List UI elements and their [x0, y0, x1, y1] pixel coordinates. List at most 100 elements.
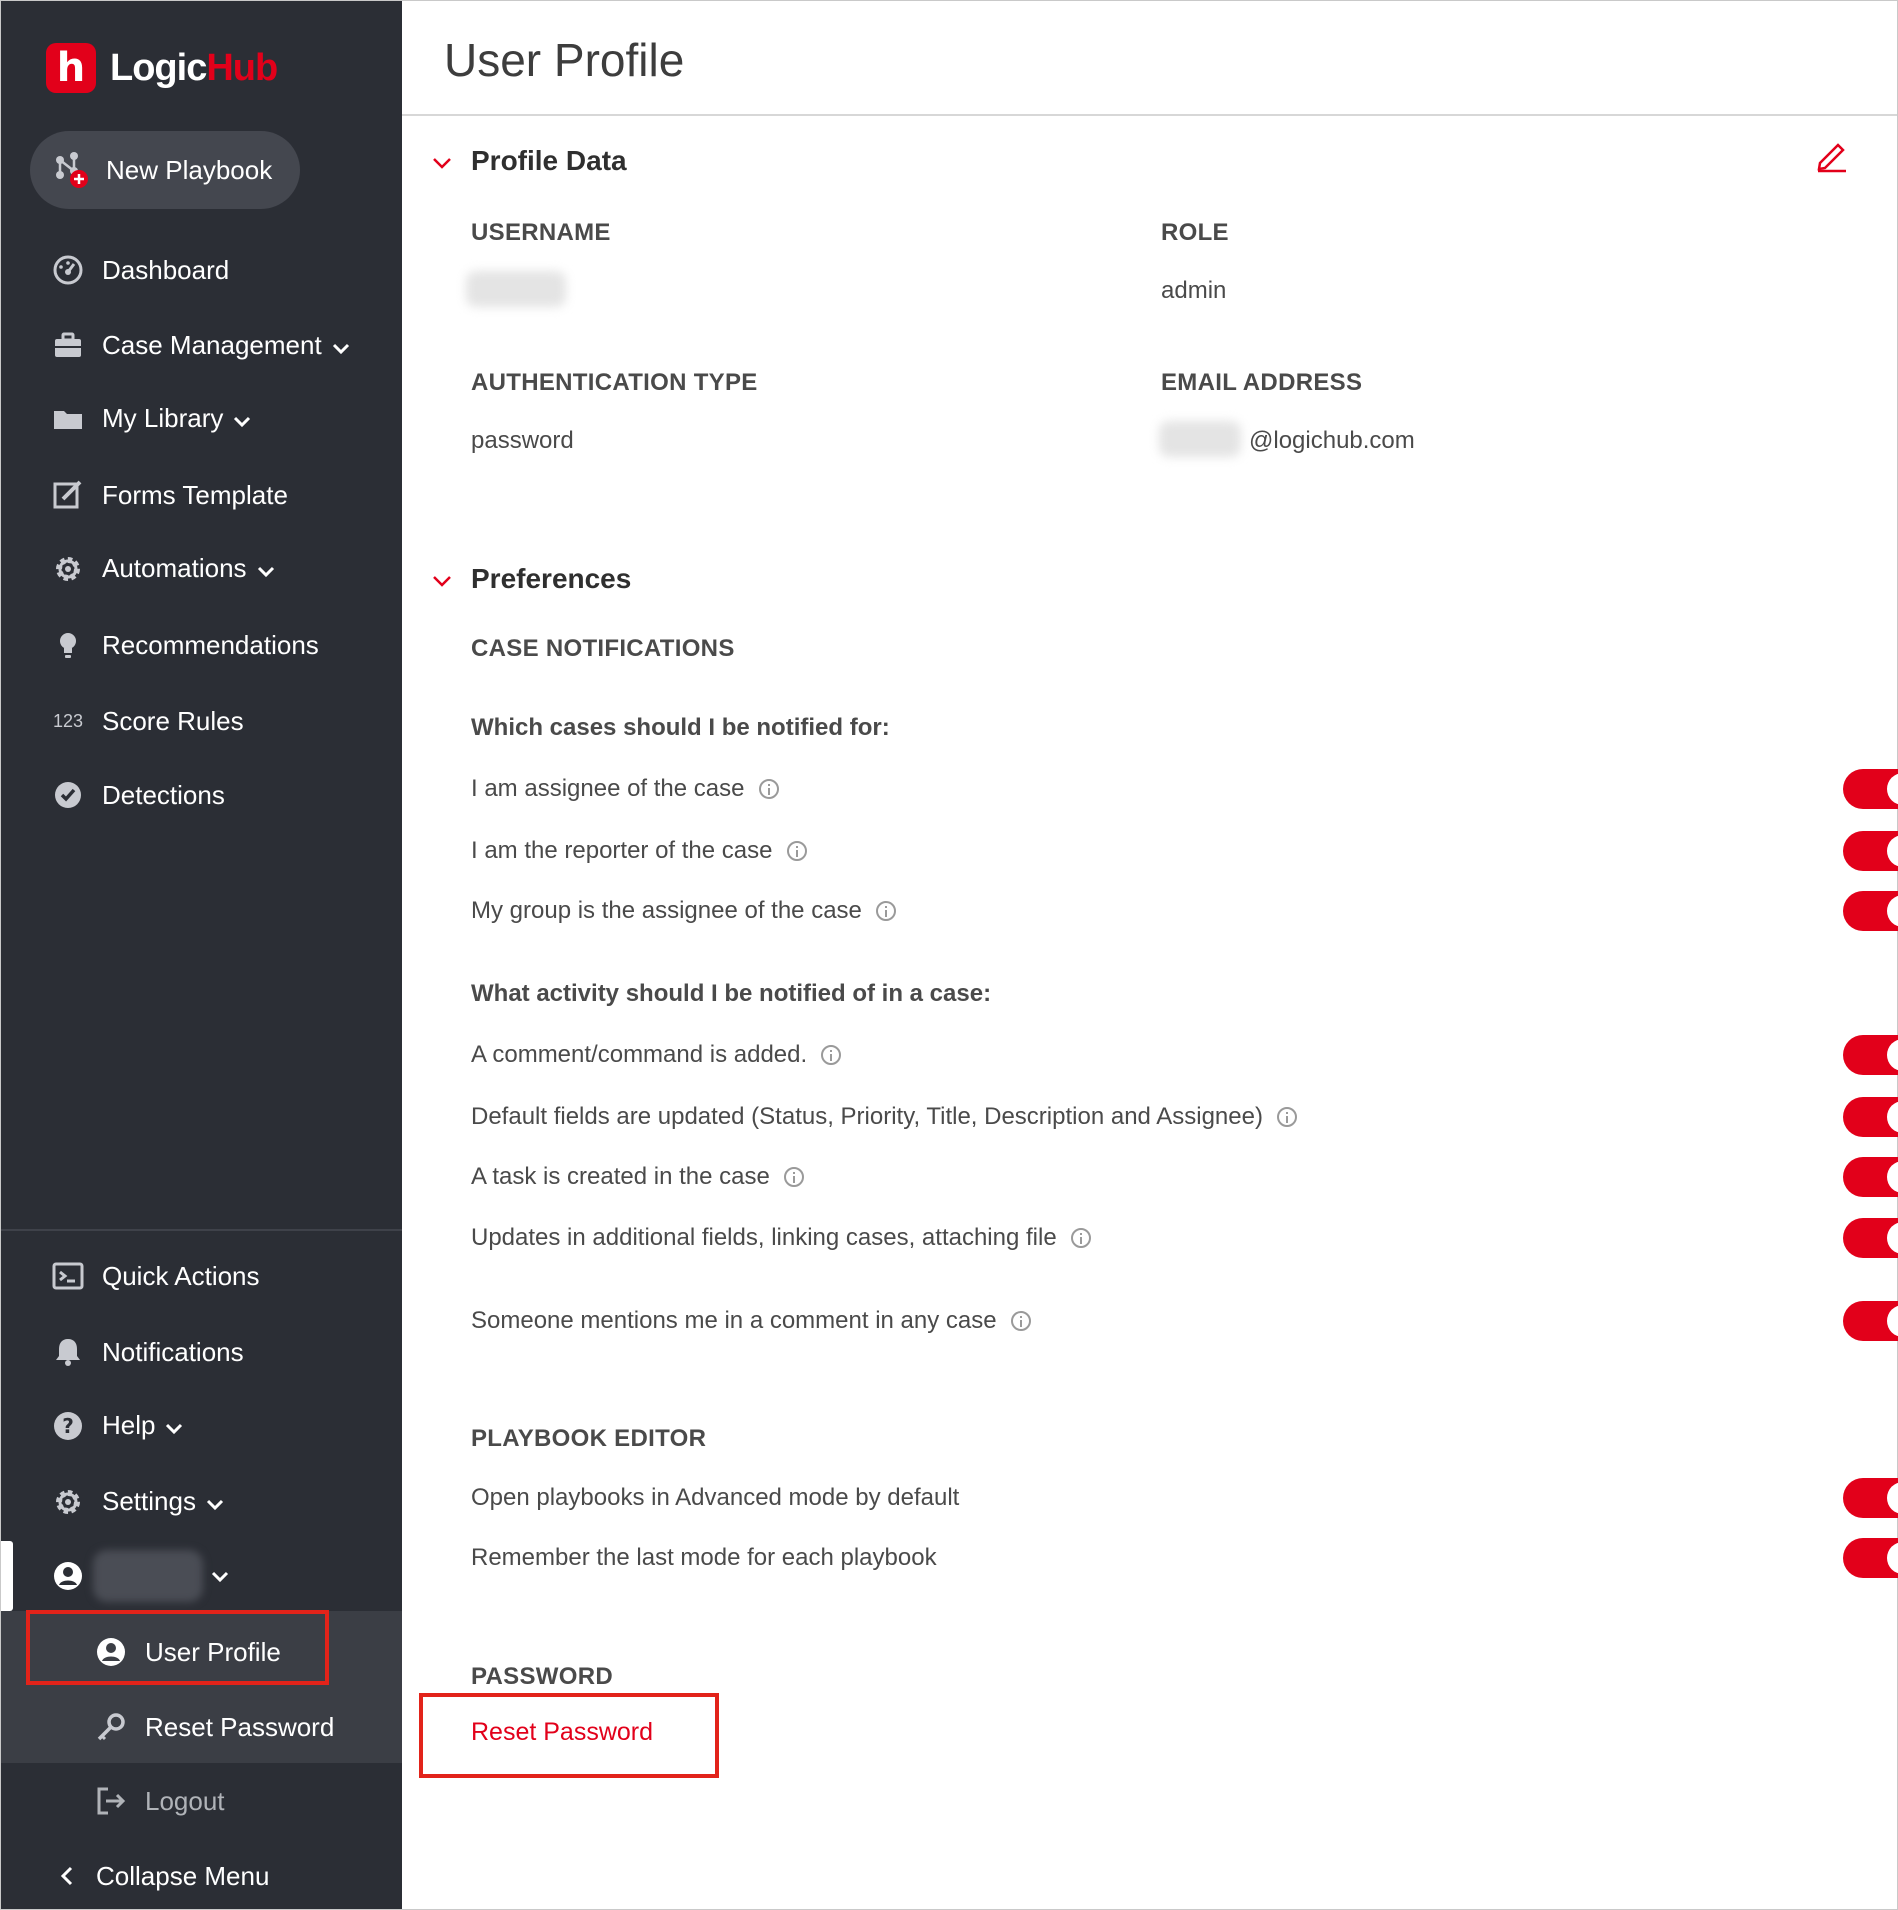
password-label: PASSWORD [471, 1663, 613, 1690]
chevron-down-icon [211, 1570, 229, 1588]
submenu-item-logout[interactable]: Logout [1, 1771, 402, 1831]
toggle-knob [1887, 1101, 1898, 1133]
sidebar-item-detections[interactable]: Detections [1, 765, 402, 825]
submenu-item-label: Logout [145, 1785, 225, 1816]
submenu-item-reset-password[interactable]: Reset Password [1, 1697, 402, 1757]
chevron-down-icon[interactable] [430, 569, 454, 593]
chevron-down-icon [206, 1487, 224, 1518]
sidebar-item-label: My Library [102, 403, 251, 436]
sidebar-item-label: Score Rules [102, 705, 244, 736]
highlight-reset-password [419, 1693, 719, 1778]
pref-row: A comment/command is added. [471, 1033, 1898, 1077]
sidebar-item-recommendations[interactable]: Recommendations [1, 615, 402, 675]
sidebar-item-settings[interactable]: Settings [1, 1472, 402, 1532]
pref-row: A task is created in the case [471, 1155, 1898, 1199]
lightbulb-icon [51, 628, 85, 662]
pref-row: Updates in additional fields, linking ca… [471, 1216, 1898, 1260]
toggle-switch[interactable] [1843, 1478, 1898, 1518]
sidebar-item-user[interactable] [1, 1546, 402, 1606]
edit-pencil-icon[interactable] [1814, 137, 1850, 173]
logo[interactable]: h LogicHub [46, 43, 278, 93]
terminal-icon [51, 1259, 85, 1293]
section-title-profile-data: Profile Data [471, 145, 627, 176]
pref-row: My group is the assignee of the case [471, 889, 1898, 933]
auth-type-value: password [471, 427, 574, 454]
toggle-switch[interactable] [1843, 769, 1898, 809]
sidebar-item-notifications[interactable]: Notifications [1, 1322, 402, 1382]
chevron-down-icon [257, 554, 275, 585]
sidebar-item-score-rules[interactable]: 123 Score Rules [1, 691, 402, 751]
toggle-knob [1887, 1305, 1898, 1337]
email-user-redacted [1159, 421, 1241, 457]
info-icon[interactable] [758, 779, 779, 799]
sidebar-item-label: Forms Template [102, 479, 288, 510]
sidebar-item-label: Notifications [102, 1336, 244, 1367]
toggle-switch[interactable] [1843, 831, 1898, 871]
numbers-icon: 123 [52, 710, 84, 731]
sidebar-item-label: Recommendations [102, 629, 319, 660]
which-cases-label: Which cases should I be notified for: [471, 714, 890, 741]
bell-icon [51, 1335, 85, 1369]
toggle-switch[interactable] [1843, 1538, 1898, 1578]
username-label: USERNAME [471, 219, 611, 246]
toggle-switch[interactable] [1843, 1097, 1898, 1137]
logo-text: LogicHub [110, 46, 278, 89]
briefcase-icon [51, 329, 85, 363]
chevron-left-icon [51, 1859, 85, 1893]
what-activity-label: What activity should I be notified of in… [471, 980, 992, 1007]
check-badge-icon [51, 778, 85, 812]
sidebar-item-label: Case Management [102, 330, 350, 363]
toggle-knob [1887, 1542, 1898, 1574]
toggle-switch[interactable] [1843, 1035, 1898, 1075]
toggle-switch[interactable] [1843, 1218, 1898, 1258]
sidebar-item-my-library[interactable]: My Library [1, 389, 402, 449]
pref-text: I am assignee of the case [471, 775, 779, 803]
info-icon[interactable] [783, 1167, 804, 1187]
key-icon [94, 1710, 128, 1744]
pref-row: Open playbooks in Advanced mode by defau… [471, 1476, 1898, 1520]
sidebar-item-help[interactable]: ? Help [1, 1396, 402, 1456]
folder-icon [51, 402, 85, 436]
highlight-user-profile [26, 1610, 329, 1685]
sidebar-item-automations[interactable]: Automations [1, 539, 402, 599]
toggle-switch[interactable] [1843, 1157, 1898, 1197]
info-icon[interactable] [786, 841, 807, 861]
toggle-switch[interactable] [1843, 891, 1898, 931]
pref-text: Someone mentions me in a comment in any … [471, 1307, 1031, 1335]
pref-row: I am the reporter of the case [471, 829, 1898, 873]
chevron-down-icon[interactable] [430, 151, 454, 175]
page-title: User Profile [444, 34, 685, 86]
sidebar-item-dashboard[interactable]: Dashboard [1, 240, 402, 300]
sidebar-item-case-management[interactable]: Case Management [1, 316, 402, 376]
info-icon[interactable] [1276, 1107, 1297, 1127]
pref-text: Updates in additional fields, linking ca… [471, 1224, 1091, 1252]
info-icon[interactable] [875, 901, 896, 921]
role-value: admin [1161, 277, 1227, 304]
toggle-switch[interactable] [1843, 1301, 1898, 1341]
new-playbook-button[interactable]: New Playbook [30, 131, 300, 209]
sidebar-item-quick-actions[interactable]: Quick Actions [1, 1246, 402, 1306]
sidebar-item-label: Settings [102, 1486, 224, 1519]
help-icon: ? [51, 1409, 85, 1443]
info-icon[interactable] [1010, 1311, 1031, 1331]
collapse-menu-button[interactable]: Collapse Menu [1, 1846, 402, 1906]
playbook-editor-label: PLAYBOOK EDITOR [471, 1425, 707, 1452]
pref-row: Someone mentions me in a comment in any … [471, 1299, 1898, 1343]
info-icon[interactable] [821, 1045, 842, 1065]
edit-form-icon [51, 478, 85, 512]
auth-type-label: AUTHENTICATION TYPE [471, 369, 758, 396]
toggle-knob [1887, 1161, 1898, 1193]
sidebar-divider [1, 1229, 402, 1231]
info-icon[interactable] [1070, 1228, 1091, 1248]
logout-icon [94, 1784, 128, 1818]
sidebar-item-forms-template[interactable]: Forms Template [1, 465, 402, 525]
toggle-knob [1887, 1039, 1898, 1071]
role-label: ROLE [1161, 219, 1229, 246]
toggle-knob [1887, 773, 1898, 805]
user-icon [51, 1559, 85, 1593]
section-title-preferences: Preferences [471, 563, 632, 594]
collapse-menu-label: Collapse Menu [96, 1860, 270, 1891]
pref-text: A comment/command is added. [471, 1041, 842, 1069]
pref-text: Open playbooks in Advanced mode by defau… [471, 1484, 960, 1511]
sidebar-item-label: Quick Actions [102, 1260, 260, 1291]
